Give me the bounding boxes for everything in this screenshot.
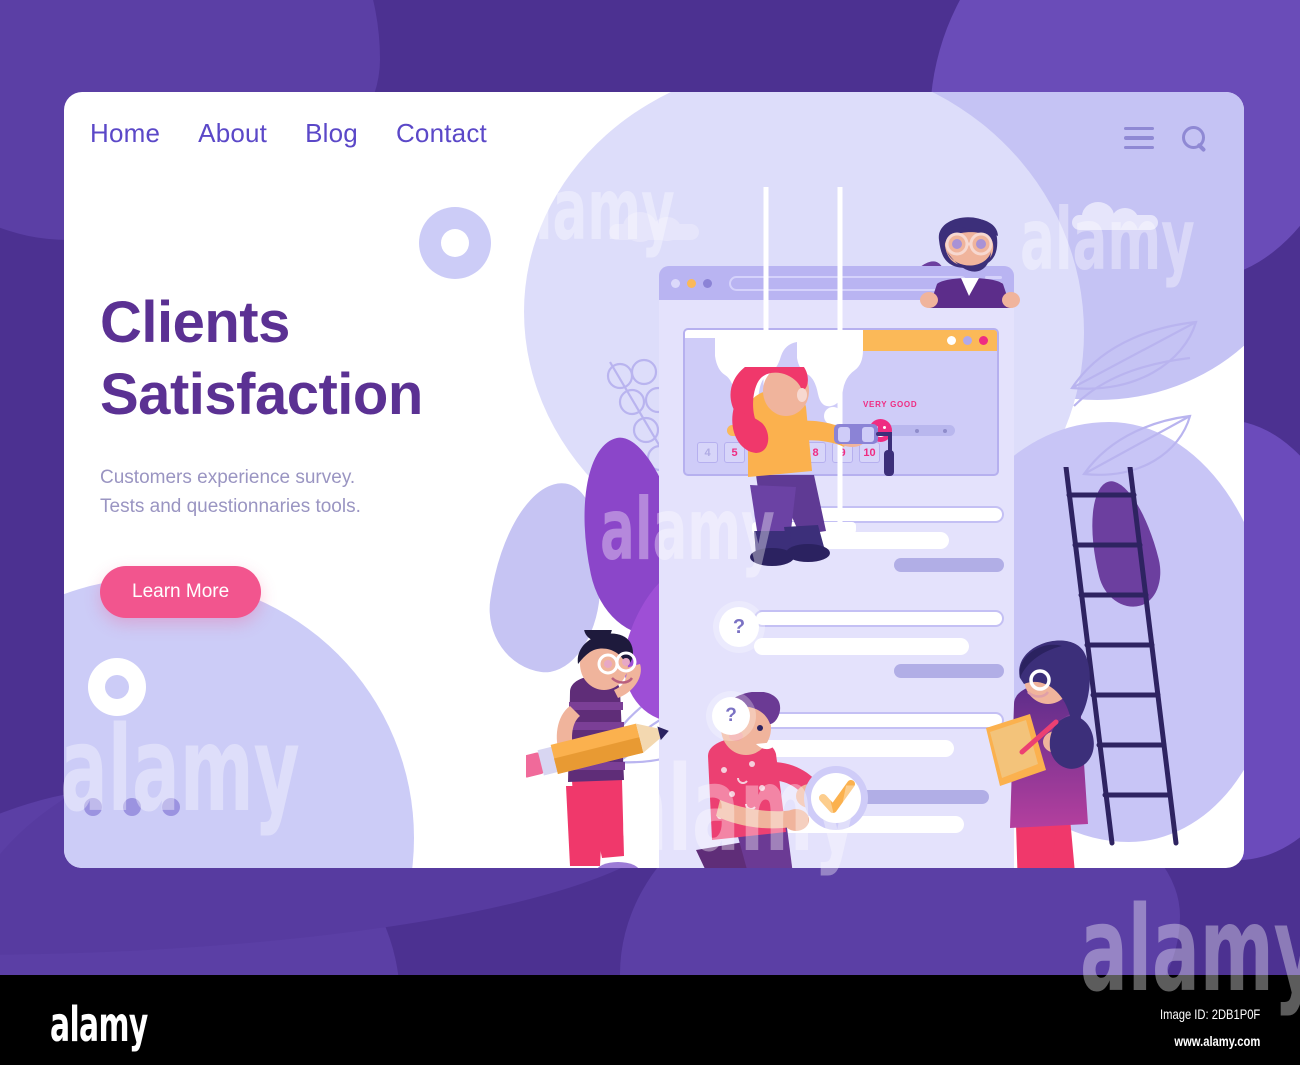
- paint-buckets: [460, 864, 556, 868]
- question-bubble-1: ?: [719, 607, 759, 647]
- learn-more-button[interactable]: Learn More: [100, 565, 262, 618]
- nav-item-blog[interactable]: Blog: [305, 118, 358, 149]
- hero-subtitle-line-1: Customers experience survey.: [100, 466, 356, 488]
- hero-subtitle-line-2: Tests and questionnaries tools.: [100, 496, 361, 518]
- dot-1: [84, 798, 102, 816]
- landing-page-card: Home About Blog Contact Clients Satisfac…: [64, 92, 1244, 868]
- screenshot-root: Home About Blog Contact Clients Satisfac…: [0, 0, 1300, 1065]
- browser-dot-1: [671, 278, 680, 288]
- main-navigation[interactable]: Home About Blog Contact: [90, 118, 487, 149]
- nav-item-contact[interactable]: Contact: [396, 118, 487, 149]
- checkmark-badge-icon: [804, 766, 868, 830]
- card-blob-bottom-left: [64, 578, 414, 868]
- nav-item-about[interactable]: About: [198, 118, 267, 149]
- character-bearded-man: [920, 217, 1020, 308]
- image-id: Image ID: 2DB1P0F: [1159, 1006, 1260, 1022]
- paint-roller: [834, 424, 894, 476]
- dot-3: [162, 798, 180, 816]
- hamburger-icon[interactable]: [1124, 126, 1154, 150]
- nav-actions[interactable]: [1124, 124, 1208, 152]
- slider-pip-5: [915, 428, 919, 433]
- question-bubble-2: ?: [712, 697, 750, 735]
- illustration-background: Home About Blog Contact Clients Satisfac…: [0, 0, 1300, 975]
- cloud-right: [1072, 200, 1158, 230]
- survey-row-3: [894, 558, 1004, 572]
- page-title-line-2: Satisfaction: [100, 361, 423, 427]
- nav-item-home[interactable]: Home: [90, 118, 160, 149]
- leaf-outline-right: [1070, 320, 1198, 407]
- page-title-line-1: Clients: [100, 290, 290, 355]
- alamy-logo: alamy: [50, 997, 148, 1053]
- hero-subtitle: Customers experience survey. Tests and q…: [100, 463, 423, 522]
- stock-footer: alamy Image ID: 2DB1P0F www.alamy.com: [0, 975, 1300, 1065]
- browser-dot-2: [687, 278, 696, 288]
- hero-section: Clients Satisfaction Customers experienc…: [100, 287, 423, 618]
- character-woman-with-clipboard: [986, 640, 1094, 868]
- dot-2: [123, 798, 141, 816]
- decorative-dots: [84, 798, 180, 816]
- footer-url: www.alamy.com: [1174, 1032, 1260, 1049]
- slider-pip-6: [943, 428, 947, 433]
- page-title: Clients Satisfaction: [100, 287, 423, 431]
- decorative-ring-bottom-left: [88, 658, 146, 716]
- decorative-ring-top: [419, 207, 491, 279]
- cloud-left: [609, 210, 699, 242]
- footer-meta: Image ID: 2DB1P0F www.alamy.com: [1135, 1001, 1260, 1054]
- search-icon[interactable]: [1180, 124, 1208, 152]
